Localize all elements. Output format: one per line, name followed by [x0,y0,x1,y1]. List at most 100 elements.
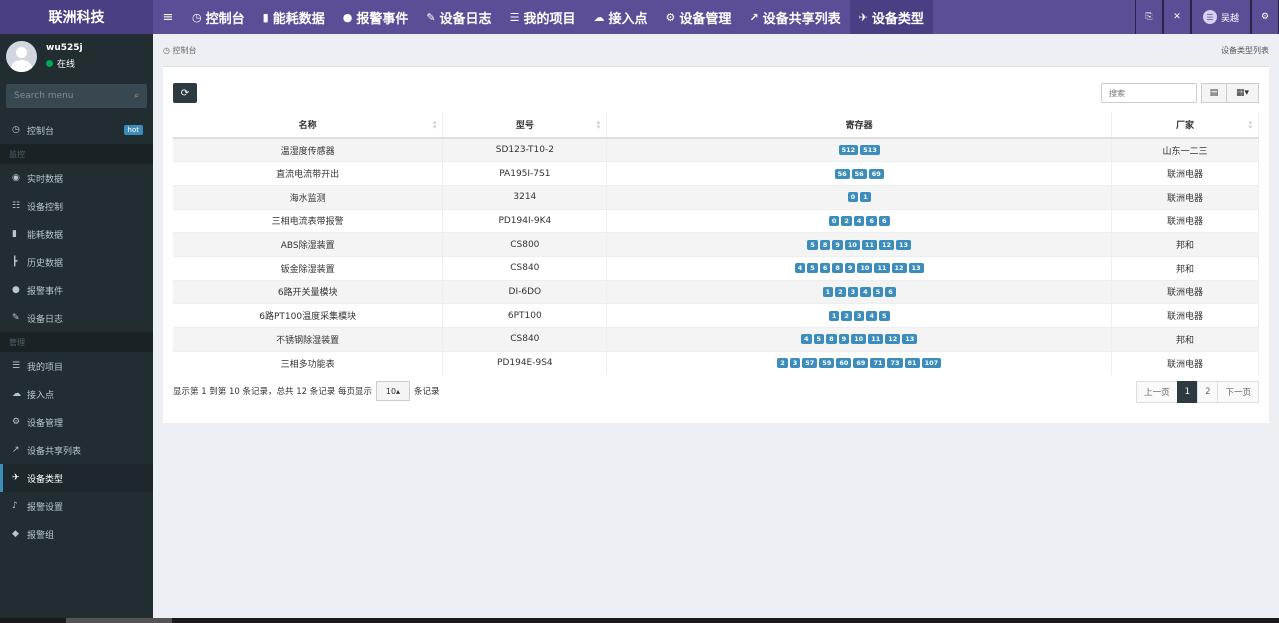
sidebar-item-sliders[interactable]: ☷ 设备控制 [0,192,153,220]
sidebar-item-label: 历史数据 [27,258,64,269]
table-search-input[interactable] [1101,83,1197,103]
page-number-button[interactable]: 2 [1197,381,1219,403]
register-badge: 0 [847,192,859,203]
register-badge: 4 [866,310,877,321]
column-header: 寄存器 [606,112,1113,139]
nav-item-label: 设备管理 [679,11,732,27]
nav-item-list[interactable]: ☰ 我的项目 [501,0,585,34]
register-badge: 3 [853,310,865,321]
table-row[interactable]: 6路开关量模块 DI-6DO 1 2 3 4 5 6 联洲电器 [173,279,1259,304]
copy-icon[interactable]: ⎘ [1135,0,1163,34]
sliders-icon: ☷ [12,201,21,211]
register-badge: 2 [777,358,788,369]
table-row[interactable]: ABS除湿装置 CS800 5 8 9 10 11 12 13 邦和 [173,232,1259,257]
dashboard-icon: ◷ [12,125,20,135]
register-badge: 3 [847,286,859,297]
device-model: SD123-T10-2 [442,137,608,162]
nav-item-share[interactable]: ↗ 设备共享列表 [740,0,849,34]
app-logo[interactable]: 联洲科技 [0,0,153,34]
register-badge: 9 [844,263,856,274]
sidebar-item-cogs[interactable]: ⚙ 设备管理 [0,408,153,436]
register-badge: 9 [832,239,843,250]
nav-item-plane[interactable]: ✈ 设备类型 [849,0,933,34]
device-vendor: 邦和 [1111,232,1259,257]
page-size-select[interactable]: 10 ▴ [375,381,410,401]
register-badge: 2 [841,215,852,226]
nav-item-edit[interactable]: ✎ 设备日志 [417,0,500,34]
device-model: PA195I-7S1 [442,161,608,186]
settings-gear-icon[interactable]: ⚙ [1251,0,1279,34]
search-icon[interactable]: ⌕ [134,91,139,101]
user-panel: wu525j 在线 [0,34,153,78]
sidebar-item-list[interactable]: ☰ 我的项目 [0,352,153,380]
register-badge: 4 [860,286,871,297]
sidebar-item-label: 设备管理 [27,418,64,429]
share-icon: ↗ [12,445,20,455]
sidebar-item-edit[interactable]: ✎ 设备日志 [0,304,153,332]
sort-icon[interactable]: ▴ ▾ [1248,119,1252,131]
sidebar-item-history-chart[interactable]: ┣ 历史数据 [0,248,153,276]
pagination-info-text: 显示第 1 到第 10 条记录，总共 12 条记录 每页显示 [173,387,372,397]
register-badge: 1 [860,192,871,203]
sidebar-item-plane[interactable]: ✈ 设备类型 [0,464,153,492]
next-page-button[interactable]: 下一页 [1217,381,1259,403]
device-name: 钣金除湿装置 [173,255,444,281]
sidebar-item-share[interactable]: ↗ 设备共享列表 [0,436,153,464]
register-badge: 5 [872,286,884,297]
device-registers: 56 56 69 [606,161,1113,186]
toggle-view-button[interactable]: ▤ [1201,83,1227,103]
nav-item-dashboard[interactable]: ◷ 控制台 [183,0,254,34]
sidebar-item-dashboard[interactable]: ◷ 控制台 hot [0,116,153,144]
nav-item-cloud-upload[interactable]: ☁ 接入点 [584,0,656,34]
sidebar-item-tag[interactable]: ◆ 报警组 [0,520,153,548]
sidebar-item-cloud-upload[interactable]: ☁ 接入点 [0,380,153,408]
table-row[interactable]: 三相电流表带报警 PD194I-9K4 0 2 4 6 6 联洲电器 [173,208,1259,233]
register-badge: 9 [838,334,850,345]
table-row[interactable]: 直流电流带开出 PA195I-7S1 56 56 69 联洲电器 [173,161,1259,186]
dashboard-icon: ◷ [192,10,202,24]
nav-item-bar-chart[interactable]: ▮ 能耗数据 [254,0,334,34]
refresh-button[interactable]: ⟳ [173,83,197,103]
taskbar [0,618,1279,623]
sidebar-item-bell[interactable]: ♪ 报警设置 [0,492,153,520]
column-header[interactable]: 名称 ▴ ▾ [173,112,444,139]
columns-dropdown-button[interactable]: ▦▾ [1226,83,1259,103]
device-type-panel: ⟳ ▤ ▦▾ 名称 ▴▾ 型号 ▴▾ 寄存器 厂家 ▴▾ 温湿度传感器SD123-T10-2… [163,66,1269,423]
table-row[interactable]: 三相多功能表 PD194E-9S4 2 3 57 59 60 69 71 73 81 107 联洲电器 [173,350,1259,375]
column-header[interactable]: 厂家 ▴ ▾ [1111,112,1259,139]
avatar [6,40,37,72]
register-badge: 3 [789,358,801,369]
prev-page-button[interactable]: 上一页 [1136,381,1178,403]
device-registers: 4 5 8 9 10 11 12 13 [606,327,1113,352]
table-row[interactable]: 温湿度传感器 SD123-T10-2 512 513 山东一二三 [173,137,1259,162]
breadcrumb-home-link[interactable]: 控制台 [173,46,197,55]
nav-item-cogs[interactable]: ⚙ 设备管理 [656,0,740,34]
sidebar-item-exclamation-circle[interactable]: ● 报警事件 [0,276,153,304]
fullscreen-icon[interactable]: ✕ [1163,0,1191,34]
sort-icon[interactable]: ▴ ▾ [597,119,601,131]
table-row[interactable]: 钣金除湿装置 CS840 4 5 6 8 9 10 11 12 13 邦和 [173,255,1259,281]
sort-icon[interactable]: ▴ ▾ [433,119,437,131]
table-row[interactable]: 不锈钢除湿装置 CS840 4 5 8 9 10 11 12 13 邦和 [173,327,1259,352]
device-type-table: 名称 ▴ ▾ 型号 ▴ ▾ 寄存器 厂家 ▴ ▾ 温湿度传感器 SD123-T10-2 512 513 山… [173,112,1259,375]
sidebar-item-eye[interactable]: ◉ 实时数据 [0,164,153,192]
table-row[interactable]: 6路PT100温度采集模块 6PT100 1 2 3 4 5 联洲电器 [173,303,1259,328]
nav-item-exclamation-circle[interactable]: ● 报警事件 [334,0,418,34]
register-badge: 5 [807,263,818,274]
table-row[interactable]: 海水监测 3214 0 1 联洲电器 [173,184,1259,210]
device-vendor: 邦和 [1111,255,1259,281]
refresh-icon: ⟳ [180,87,190,99]
sidebar-search-input[interactable]: Search menu ⌕ [6,84,147,108]
user-menu[interactable]: ☰ 吴越 [1191,0,1251,34]
breadcrumb: ◷ 控制台 [163,45,197,56]
pagination: 上一页 12 下一页 [1136,381,1259,403]
sidebar-toggle-button[interactable]: ≡ [153,0,183,34]
page-number-button[interactable]: 1 [1176,381,1199,403]
device-vendor: 邦和 [1111,327,1259,352]
sidebar: wu525j 在线 Search menu ⌕ ◷ 控制台 hot 监控 ◉ 实时… [0,34,153,618]
sidebar-item-label: 实时数据 [27,174,64,185]
register-badge: 11 [874,263,890,274]
bar-chart-icon: ▮ [262,10,269,24]
column-header[interactable]: 型号 ▴ ▾ [442,112,608,139]
sidebar-item-bar-chart[interactable]: ▮ 能耗数据 [0,220,153,248]
